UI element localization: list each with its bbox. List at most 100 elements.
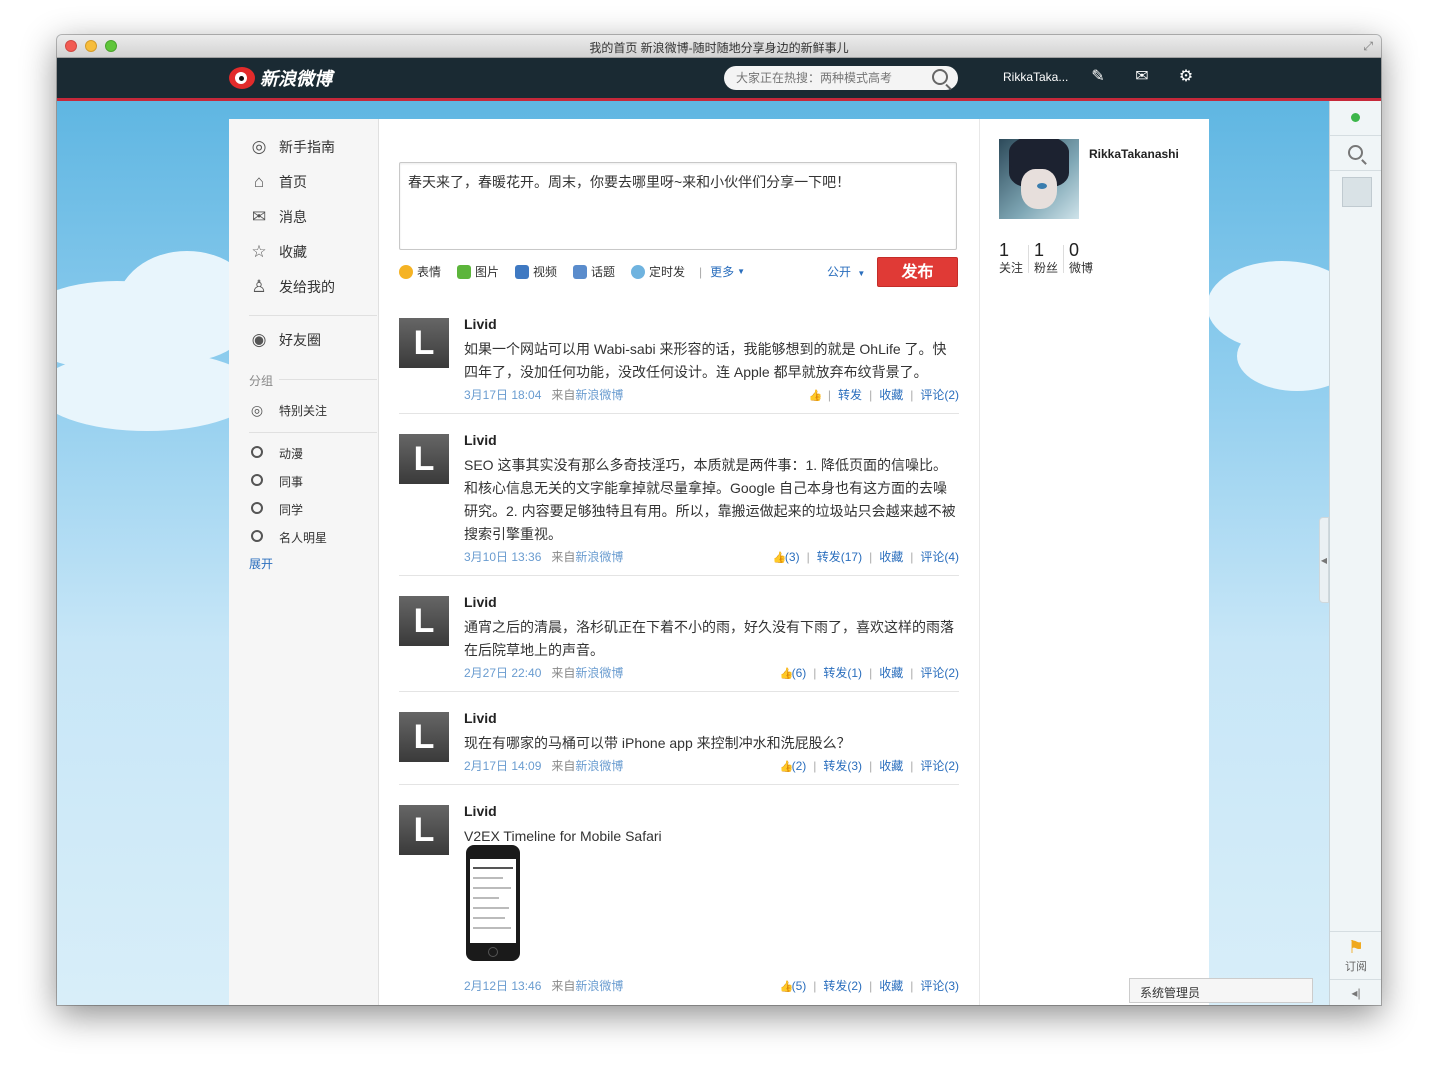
like-button[interactable]: 👍(6) <box>780 666 807 680</box>
dock-search[interactable] <box>1330 136 1381 171</box>
post-author[interactable]: Livid <box>464 803 497 819</box>
title-bar: 我的首页 新浪微博-随时随地分享身边的新鲜事儿 ⤢ <box>57 35 1381 58</box>
video-button[interactable]: 视频 <box>515 263 557 280</box>
weibo-logo[interactable]: 新浪微博 <box>229 63 332 93</box>
profile-avatar[interactable] <box>999 139 1079 219</box>
nav-friend-circle[interactable]: ◉ 好友圈 <box>249 328 321 352</box>
fullscreen-icon[interactable]: ⤢ <box>1363 39 1373 54</box>
post-meta: 2月12日 13:46 来自新浪微博 <box>464 977 623 994</box>
post-author[interactable]: Livid <box>464 710 497 726</box>
post-source[interactable]: 新浪微博 <box>575 979 623 993</box>
thumbs-up-icon: 👍 <box>779 668 794 680</box>
nav-special-follow[interactable]: ◎ 特别关注 <box>249 398 327 422</box>
post-actions: 👍(2) | 转发(3) | 收藏 | 评论(2) <box>779 759 959 773</box>
nav-group-colleagues[interactable]: 同事 <box>249 469 303 493</box>
post-image-phone[interactable] <box>466 845 520 961</box>
feed-column: 春天来了，春暖花开。周末，你要去哪里呀~来和小伙伴们分享一下吧！ 表情 图片 视… <box>399 119 959 1005</box>
emoji-button[interactable]: 表情 <box>399 263 441 280</box>
heart-circle-icon: ◉ <box>251 330 267 349</box>
online-status[interactable] <box>1330 101 1381 136</box>
group-divider <box>279 379 377 380</box>
nav-guide[interactable]: ◎ 新手指南 <box>249 135 335 159</box>
like-button[interactable]: 👍(2) <box>780 759 807 773</box>
stat-following[interactable]: 1 关注 <box>999 241 1023 276</box>
repost-button[interactable]: 转发(3) <box>823 759 862 773</box>
post-avatar[interactable]: L <box>399 712 449 762</box>
stat-posts[interactable]: 0 微博 <box>1069 241 1093 276</box>
nav-home-label: 首页 <box>279 174 307 190</box>
like-button[interactable]: 👍 <box>809 388 823 402</box>
special-divider <box>249 432 377 433</box>
post-author[interactable]: Livid <box>464 432 497 448</box>
nav-home[interactable]: ⌂ 首页 <box>249 170 307 194</box>
favorite-button[interactable]: 收藏 <box>879 388 903 402</box>
nav-group-celebrities[interactable]: 名人明星 <box>249 525 327 549</box>
envelope-icon[interactable]: ✉ <box>1133 68 1151 86</box>
chevron-down-icon: ▼ <box>857 269 866 278</box>
topic-button[interactable]: 话题 <box>573 263 615 280</box>
post-author[interactable]: Livid <box>464 316 497 332</box>
main-content: ◎ 新手指南 ⌂ 首页 ✉ 消息 ☆ 收藏 ♙ 发给我的 ◉ 好友圈 分组 ◎ … <box>229 119 1209 1005</box>
post-source[interactable]: 新浪微博 <box>575 550 623 564</box>
subscribe-button[interactable]: ⚑ 订阅 <box>1330 931 1381 980</box>
comment-button[interactable]: 评论(2) <box>920 759 959 773</box>
post-meta: 2月17日 14:09 来自新浪微博 <box>464 757 623 774</box>
search-icon[interactable] <box>932 69 948 85</box>
post-time[interactable]: 2月27日 22:40 <box>464 666 541 680</box>
publish-button[interactable]: 发布 <box>877 257 958 287</box>
comment-button[interactable]: 评论(4) <box>920 550 959 564</box>
dock-contact[interactable] <box>1330 171 1381 211</box>
repost-button[interactable]: 转发(17) <box>817 550 862 564</box>
post-source-label: 来自 <box>551 979 576 993</box>
post-time[interactable]: 3月10日 13:36 <box>464 550 541 564</box>
favorite-button[interactable]: 收藏 <box>879 759 903 773</box>
search-box[interactable] <box>724 66 958 90</box>
post-author[interactable]: Livid <box>464 594 497 610</box>
compose-icon[interactable]: ✎ <box>1089 68 1107 86</box>
post-source[interactable]: 新浪微博 <box>575 388 623 402</box>
post-avatar[interactable]: L <box>399 596 449 646</box>
comment-button[interactable]: 评论(3) <box>920 979 959 993</box>
expand-link[interactable]: 展开 <box>249 555 273 572</box>
visibility-dropdown[interactable]: 公开 ▼ <box>827 263 865 280</box>
logo-text: 新浪微博 <box>260 69 332 89</box>
nav-group-anime[interactable]: 动漫 <box>249 441 303 465</box>
like-button[interactable]: 👍(3) <box>773 550 800 564</box>
favorite-button[interactable]: 收藏 <box>879 979 903 993</box>
post-avatar[interactable]: L <box>399 805 449 855</box>
composer-toolbar: 表情 图片 视频 话题 定时发 | 更多 ▼ 公开 ▼ 发布 <box>399 257 959 287</box>
collapse-dock-icon[interactable]: ◂| <box>1330 979 1381 1005</box>
image-button[interactable]: 图片 <box>457 263 499 280</box>
repost-button[interactable]: 转发 <box>838 388 862 402</box>
phone-home-button <box>488 947 498 957</box>
comment-button[interactable]: 评论(2) <box>920 388 959 402</box>
post-source[interactable]: 新浪微博 <box>575 666 623 680</box>
post-time[interactable]: 3月17日 18:04 <box>464 388 541 402</box>
profile-name[interactable]: RikkaTakanashi <box>1089 147 1179 161</box>
more-button[interactable]: | 更多 ▼ <box>699 263 745 280</box>
favorite-button[interactable]: 收藏 <box>879 666 903 680</box>
nav-favorites[interactable]: ☆ 收藏 <box>249 240 307 264</box>
admin-chat-bar[interactable]: 系统管理员 <box>1129 978 1313 1003</box>
sidebar-toggle-handle[interactable]: ◀ <box>1319 517 1329 603</box>
stat-followers[interactable]: 1 粉丝 <box>1034 241 1058 276</box>
post-time[interactable]: 2月17日 14:09 <box>464 759 541 773</box>
like-button[interactable]: 👍(5) <box>780 979 807 993</box>
post-source[interactable]: 新浪微博 <box>575 759 623 773</box>
search-input[interactable] <box>734 70 928 86</box>
repost-button[interactable]: 转发(1) <box>823 666 862 680</box>
post-avatar[interactable]: L <box>399 434 449 484</box>
nav-group-label: 同学 <box>279 502 304 517</box>
favorite-button[interactable]: 收藏 <box>879 550 903 564</box>
nav-group-classmates[interactable]: 同学 <box>249 497 303 521</box>
nav-sent-to-me[interactable]: ♙ 发给我的 <box>249 275 335 299</box>
username-link[interactable]: RikkaTaka... <box>1003 70 1068 84</box>
nav-messages[interactable]: ✉ 消息 <box>249 205 307 229</box>
composer-textarea[interactable]: 春天来了，春暖花开。周末，你要去哪里呀~来和小伙伴们分享一下吧！ <box>399 162 957 250</box>
repost-button[interactable]: 转发(2) <box>823 979 862 993</box>
comment-button[interactable]: 评论(2) <box>920 666 959 680</box>
post-time[interactable]: 2月12日 13:46 <box>464 979 541 993</box>
schedule-button[interactable]: 定时发 <box>631 263 685 280</box>
post-avatar[interactable]: L <box>399 318 449 368</box>
gear-icon[interactable]: ⚙ <box>1177 68 1195 86</box>
